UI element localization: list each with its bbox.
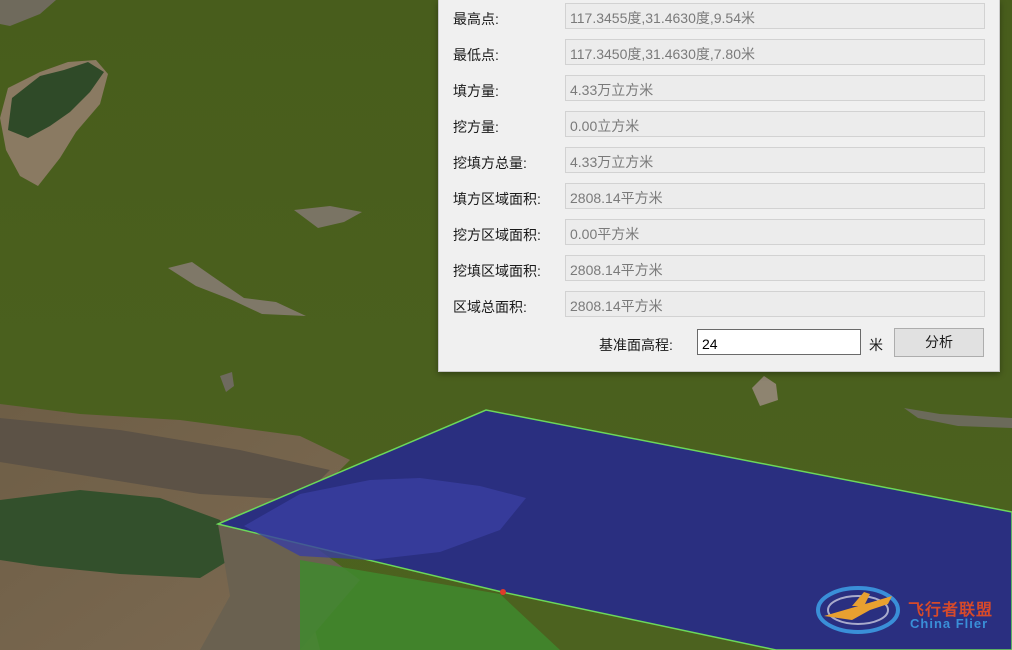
fill-volume-row: 填方量: 4.33万立方米 (439, 75, 999, 103)
fill-area-field[interactable]: 2808.14平方米 (565, 183, 985, 209)
cut-fill-area-label: 挖填区域面积: (453, 263, 541, 279)
fill-volume-field[interactable]: 4.33万立方米 (565, 75, 985, 101)
base-elevation-label: 基准面高程: (599, 337, 673, 353)
total-volume-label: 挖填方总量: (453, 155, 527, 171)
analyze-button[interactable]: 分析 (894, 328, 984, 357)
cut-fill-analysis-panel: 最高点: 117.3455度,31.4630度,9.54米 最低点: 117.3… (438, 0, 1000, 372)
total-area-row: 区域总面积: 2808.14平方米 (439, 291, 999, 319)
elevation-unit-label: 米 (869, 337, 883, 353)
cut-volume-row: 挖方量: 0.00立方米 (439, 111, 999, 139)
cut-volume-label: 挖方量: (453, 119, 499, 135)
plane-logo-icon (816, 586, 900, 634)
lowest-point-row: 最低点: 117.3450度,31.4630度,7.80米 (439, 39, 999, 67)
watermark-en-text: China Flier (910, 616, 989, 631)
cut-fill-area-field[interactable]: 2808.14平方米 (565, 255, 985, 281)
lowest-point-label: 最低点: (453, 47, 499, 63)
plane-vertex-marker (500, 589, 506, 595)
total-volume-row: 挖填方总量: 4.33万立方米 (439, 147, 999, 175)
fill-area-label: 填方区域面积: (453, 191, 541, 207)
fill-area-row: 填方区域面积: 2808.14平方米 (439, 183, 999, 211)
highest-point-field[interactable]: 117.3455度,31.4630度,9.54米 (565, 3, 985, 29)
base-elevation-input[interactable] (697, 329, 861, 355)
total-area-label: 区域总面积: (453, 299, 527, 315)
cut-area-label: 挖方区域面积: (453, 227, 541, 243)
cut-area-field[interactable]: 0.00平方米 (565, 219, 985, 245)
total-volume-field[interactable]: 4.33万立方米 (565, 147, 985, 173)
fill-volume-label: 填方量: (453, 83, 499, 99)
lowest-point-field[interactable]: 117.3450度,31.4630度,7.80米 (565, 39, 985, 65)
total-area-field[interactable]: 2808.14平方米 (565, 291, 985, 317)
cut-area-row: 挖方区域面积: 0.00平方米 (439, 219, 999, 247)
cut-fill-area-row: 挖填区域面积: 2808.14平方米 (439, 255, 999, 283)
cut-volume-field[interactable]: 0.00立方米 (565, 111, 985, 137)
watermark-logo: 飞行者联盟 China Flier (812, 576, 1008, 640)
highest-point-label: 最高点: (453, 11, 499, 27)
highest-point-row: 最高点: 117.3455度,31.4630度,9.54米 (439, 3, 999, 31)
